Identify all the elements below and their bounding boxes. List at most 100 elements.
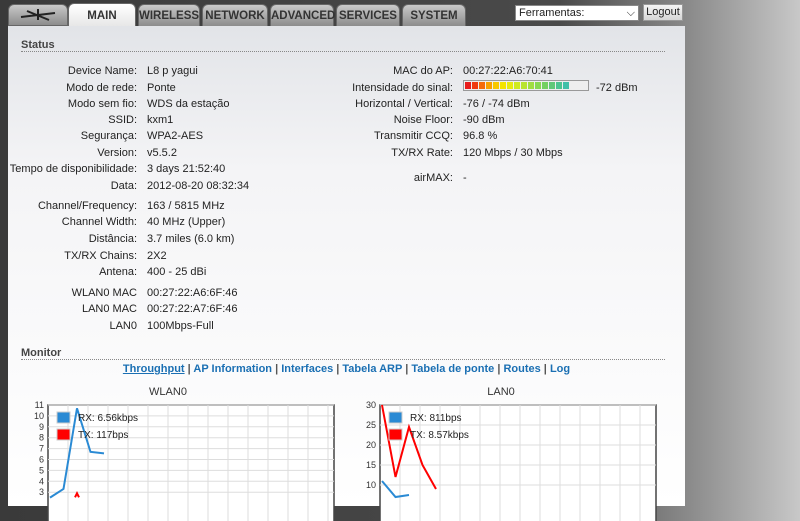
status-label: Device Name: bbox=[67, 65, 137, 77]
y-tick-label: 20 bbox=[366, 440, 376, 450]
status-value: -90 dBm bbox=[463, 114, 505, 126]
monitor-link-throughput[interactable]: Throughput bbox=[123, 363, 185, 375]
status-label: Modo sem fio: bbox=[67, 98, 137, 110]
tab-wireless[interactable]: WIRELESS bbox=[138, 4, 200, 26]
chart-title: LAN0 bbox=[487, 386, 515, 398]
y-tick-label: 10 bbox=[34, 411, 44, 421]
monitor-link-ap-information[interactable]: AP Information bbox=[193, 363, 272, 375]
signal-strength-bar bbox=[463, 80, 589, 91]
y-tick-label: 30 bbox=[366, 400, 376, 410]
signal-bar-segment bbox=[479, 82, 485, 89]
tools-select[interactable]: Ferramentas: ⌵ bbox=[515, 5, 639, 21]
signal-bar-segment bbox=[465, 82, 471, 89]
signal-bar-segment bbox=[528, 82, 534, 89]
status-value: WPA2-AES bbox=[147, 130, 204, 142]
monitor-link-routes[interactable]: Routes bbox=[503, 363, 540, 375]
status-label: WLAN0 MAC bbox=[71, 287, 137, 299]
legend-label: TX: 117bps bbox=[78, 430, 128, 441]
status-label: LAN0 bbox=[109, 320, 137, 332]
top-navigation: MAIN WIRELESS NETWORK ADVANCED SERVICES SYSTE… bbox=[0, 0, 800, 27]
status-label: Data: bbox=[110, 180, 137, 192]
divider bbox=[21, 359, 665, 360]
monitor-link-tabela-de-ponte[interactable]: Tabela de ponte bbox=[411, 363, 494, 375]
y-tick-label: 3 bbox=[39, 487, 44, 497]
status-label: MAC do AP: bbox=[393, 65, 453, 77]
status-label: Noise Floor: bbox=[393, 114, 453, 126]
signal-bar-segment bbox=[542, 82, 548, 89]
status-value: 00:27:22:A6:6F:46 bbox=[147, 287, 238, 299]
monitor-link-log[interactable]: Log bbox=[550, 363, 570, 375]
monitor-heading: Monitor bbox=[21, 347, 62, 359]
monitor-links: Throughput | AP Information | Interfaces… bbox=[122, 363, 571, 375]
status-value: 100Mbps-Full bbox=[147, 320, 214, 332]
y-tick-label: 10 bbox=[366, 480, 376, 490]
status-value: - bbox=[463, 172, 467, 184]
status-label: Channel Width: bbox=[61, 216, 137, 228]
charts: WLAN034567891011RX: 6.56kbpsTX: 117bpsLA… bbox=[34, 386, 657, 521]
legend-swatch bbox=[56, 428, 71, 441]
status-value: WDS da estação bbox=[147, 98, 230, 110]
status-value: 40 MHz (Upper) bbox=[147, 216, 226, 228]
status-label: TX/RX Chains: bbox=[64, 250, 137, 262]
status-label: Modo de rede: bbox=[66, 82, 137, 94]
legend-swatch bbox=[388, 411, 403, 424]
tab-system[interactable]: SYSTEM bbox=[402, 4, 466, 26]
signal-bar-segment bbox=[493, 82, 499, 89]
tab-advanced[interactable]: ADVANCED bbox=[270, 4, 335, 26]
status-label: TX/RX Rate: bbox=[391, 147, 453, 159]
status-value: -76 / -74 dBm bbox=[463, 98, 530, 110]
signal-bar-segment bbox=[486, 82, 492, 89]
status-label: Version: bbox=[97, 147, 137, 159]
status-label: Tempo de disponibilidade: bbox=[9, 163, 137, 175]
status-value: Ponte bbox=[147, 82, 176, 94]
status-value: v5.5.2 bbox=[147, 147, 177, 159]
status-heading: Status bbox=[21, 39, 55, 51]
status-label: LAN0 MAC bbox=[81, 303, 137, 315]
status-value: 00:27:22:A7:6F:46 bbox=[147, 303, 238, 315]
status-value: 3.7 miles (6.0 km) bbox=[147, 233, 235, 245]
tab-network[interactable]: NETWORK bbox=[202, 4, 268, 26]
tab-services[interactable]: SERVICES bbox=[336, 4, 400, 26]
status-label: Channel/Frequency: bbox=[37, 200, 137, 212]
logout-button[interactable]: Logout bbox=[643, 4, 683, 21]
chart-title: WLAN0 bbox=[149, 386, 187, 398]
divider bbox=[21, 51, 665, 52]
status-label: SSID: bbox=[108, 114, 137, 126]
legend-swatch bbox=[56, 411, 71, 424]
y-tick-label: 11 bbox=[35, 400, 44, 410]
y-tick-label: 9 bbox=[39, 422, 44, 432]
ubiquiti-logo[interactable] bbox=[8, 4, 68, 26]
monitor-link-interfaces[interactable]: Interfaces bbox=[281, 363, 333, 375]
status-label: Intensidade do sinal: bbox=[352, 82, 453, 94]
monitor-link-tabela-arp[interactable]: Tabela ARP bbox=[342, 363, 402, 375]
y-tick-label: 7 bbox=[39, 444, 44, 454]
signal-bar-segment bbox=[563, 82, 569, 89]
y-tick-label: 15 bbox=[366, 460, 376, 470]
status-label: Distância: bbox=[88, 233, 137, 245]
legend-label: RX: 6.56kbps bbox=[78, 413, 138, 424]
status-label: Segurança: bbox=[80, 130, 137, 142]
status-value: 2X2 bbox=[147, 250, 167, 262]
status-value: kxm1 bbox=[147, 114, 174, 126]
signal-bar-segment bbox=[521, 82, 527, 89]
signal-bar-segment bbox=[556, 82, 562, 89]
status-value: 96.8 % bbox=[463, 130, 498, 142]
signal-bar-segment bbox=[549, 82, 555, 89]
status-value: 2012-08-20 08:32:34 bbox=[147, 180, 250, 192]
legend-label: RX: 811bps bbox=[410, 413, 462, 424]
status-label: airMAX: bbox=[413, 172, 453, 184]
status-value: L8 p yagui bbox=[147, 65, 198, 77]
signal-bar-segment bbox=[514, 82, 520, 89]
y-tick-label: 8 bbox=[39, 433, 44, 443]
status-value: 120 Mbps / 30 Mbps bbox=[463, 147, 563, 159]
y-tick-label: 6 bbox=[39, 455, 44, 465]
status-value: 00:27:22:A6:70:41 bbox=[463, 65, 553, 77]
tab-main[interactable]: MAIN bbox=[68, 3, 136, 27]
signal-bar-segment bbox=[500, 82, 506, 89]
y-tick-label: 5 bbox=[39, 465, 44, 475]
chevron-down-icon: ⌵ bbox=[626, 7, 635, 19]
status-value: 3 days 21:52:40 bbox=[147, 163, 226, 175]
chart-wlan0: WLAN0 34567891011 RX: 6.56kbps TX: 117bps bbox=[34, 386, 335, 521]
status-label: Transmitir CCQ: bbox=[373, 130, 453, 142]
logo-icon bbox=[20, 9, 56, 21]
